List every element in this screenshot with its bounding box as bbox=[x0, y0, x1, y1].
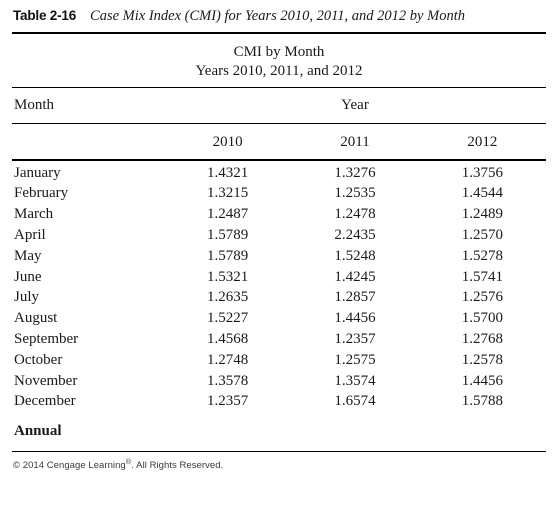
row-value-2011: 1.6574 bbox=[334, 393, 376, 410]
annual-label: Annual bbox=[14, 423, 62, 440]
row-value-2012: 1.5741 bbox=[461, 268, 503, 285]
table-row-annual: Annual bbox=[0, 423, 558, 445]
row-month-label: December bbox=[14, 393, 76, 410]
row-value-2012: 1.2576 bbox=[461, 289, 503, 306]
row-value-2010: 1.3215 bbox=[207, 185, 249, 202]
table-2-16: Table 2-16 Case Mix Index (CMI) for Year… bbox=[0, 0, 558, 471]
row-value-2010: 1.2357 bbox=[207, 393, 249, 410]
row-month-label: August bbox=[14, 310, 58, 327]
row-value-2011: 1.3574 bbox=[334, 372, 376, 389]
table-body: January 1.4321 1.3276 1.3756 February 1.3215 1… bbox=[0, 161, 558, 416]
header-row-years: 2010 2011 2012 bbox=[0, 124, 558, 159]
table-number-label: Table 2-16 bbox=[13, 8, 77, 23]
row-value-2011: 1.4456 bbox=[334, 310, 376, 327]
row-value-2012: 1.4544 bbox=[461, 185, 503, 202]
table-row: March 1.2487 1.2478 1.2489 bbox=[0, 207, 558, 228]
table-row: September 1.4568 1.2357 1.2768 bbox=[0, 330, 558, 353]
row-value-2011: 1.3276 bbox=[334, 164, 376, 181]
table-row: June 1.5321 1.4245 1.5741 bbox=[0, 268, 558, 291]
row-value-2011: 2.2435 bbox=[334, 226, 376, 243]
row-value-2012: 1.5700 bbox=[461, 310, 503, 327]
row-value-2012: 1.2578 bbox=[461, 351, 503, 368]
row-value-2010: 1.5227 bbox=[207, 310, 249, 327]
row-value-2010: 1.2487 bbox=[207, 206, 249, 223]
copyright-suffix: . All Rights Reserved. bbox=[131, 460, 224, 472]
row-month-label: March bbox=[14, 206, 54, 223]
header-year-2012: 2012 bbox=[467, 134, 498, 151]
row-value-2012: 1.5278 bbox=[461, 247, 503, 264]
table-caption: Table 2-16 Case Mix Index (CMI) for Year… bbox=[0, 0, 558, 25]
row-month-label: February bbox=[14, 185, 69, 202]
header-year-2011: 2011 bbox=[340, 134, 370, 151]
table-row: July 1.2635 1.2857 1.2576 bbox=[0, 290, 558, 311]
row-month-label: January bbox=[14, 164, 61, 181]
row-value-2012: 1.2489 bbox=[461, 206, 503, 223]
row-value-2012: 1.2570 bbox=[461, 226, 503, 243]
copyright-prefix: © 2014 Cengage Learning bbox=[13, 460, 126, 472]
table-row: October 1.2748 1.2575 1.2578 bbox=[0, 351, 558, 374]
copyright-footer: © 2014 Cengage Learning®. All Rights Res… bbox=[0, 452, 558, 471]
table-row: August 1.5227 1.4456 1.5700 bbox=[0, 311, 558, 332]
row-month-label: November bbox=[14, 372, 78, 389]
table-row: January 1.4321 1.3276 1.3756 bbox=[0, 164, 558, 187]
row-value-2010: 1.5321 bbox=[207, 268, 249, 285]
row-month-label: July bbox=[14, 289, 40, 306]
table-title-block: CMI by Month Years 2010, 2011, and 2012 bbox=[0, 34, 558, 87]
row-value-2011: 1.2478 bbox=[334, 206, 376, 223]
header-month: Month bbox=[14, 96, 55, 113]
row-value-2011: 1.4245 bbox=[334, 268, 376, 285]
row-value-2012: 1.3756 bbox=[461, 164, 503, 181]
row-value-2010: 1.5789 bbox=[207, 247, 249, 264]
row-value-2010: 1.2748 bbox=[207, 351, 249, 368]
table-caption-text: Case Mix Index (CMI) for Years 2010, 201… bbox=[90, 8, 465, 24]
row-value-2011: 1.2535 bbox=[334, 185, 376, 202]
row-value-2011: 1.5248 bbox=[334, 247, 376, 264]
row-value-2010: 1.5789 bbox=[207, 226, 249, 243]
row-value-2012: 1.5788 bbox=[461, 393, 503, 410]
row-value-2010: 1.4321 bbox=[207, 164, 249, 181]
table-row: December 1.2357 1.6574 1.5788 bbox=[0, 394, 558, 415]
row-value-2012: 1.4456 bbox=[461, 372, 503, 389]
row-value-2010: 1.3578 bbox=[207, 372, 249, 389]
row-month-label: April bbox=[14, 226, 46, 243]
header-year-group: Year bbox=[341, 96, 369, 113]
row-month-label: October bbox=[14, 351, 63, 368]
row-value-2012: 1.2768 bbox=[461, 330, 503, 347]
row-month-label: June bbox=[14, 268, 42, 285]
table-row: May 1.5789 1.5248 1.5278 bbox=[0, 247, 558, 270]
header-row-group: Month Year bbox=[0, 88, 558, 123]
row-month-label: September bbox=[14, 330, 79, 347]
table-row: November 1.3578 1.3574 1.4456 bbox=[0, 372, 558, 395]
row-value-2011: 1.2857 bbox=[334, 289, 376, 306]
row-value-2010: 1.2635 bbox=[207, 289, 249, 306]
table-row: February 1.3215 1.2535 1.4544 bbox=[0, 186, 558, 207]
row-value-2010: 1.4568 bbox=[207, 330, 249, 347]
row-month-label: May bbox=[14, 247, 42, 264]
table-row: April 1.5789 2.2435 1.2570 bbox=[0, 226, 558, 249]
table-title-line-2: Years 2010, 2011, and 2012 bbox=[195, 62, 363, 79]
row-value-2011: 1.2357 bbox=[334, 330, 376, 347]
header-year-2010: 2010 bbox=[212, 134, 243, 151]
row-value-2011: 1.2575 bbox=[334, 351, 376, 368]
table-title-line-1: CMI by Month bbox=[233, 44, 325, 61]
